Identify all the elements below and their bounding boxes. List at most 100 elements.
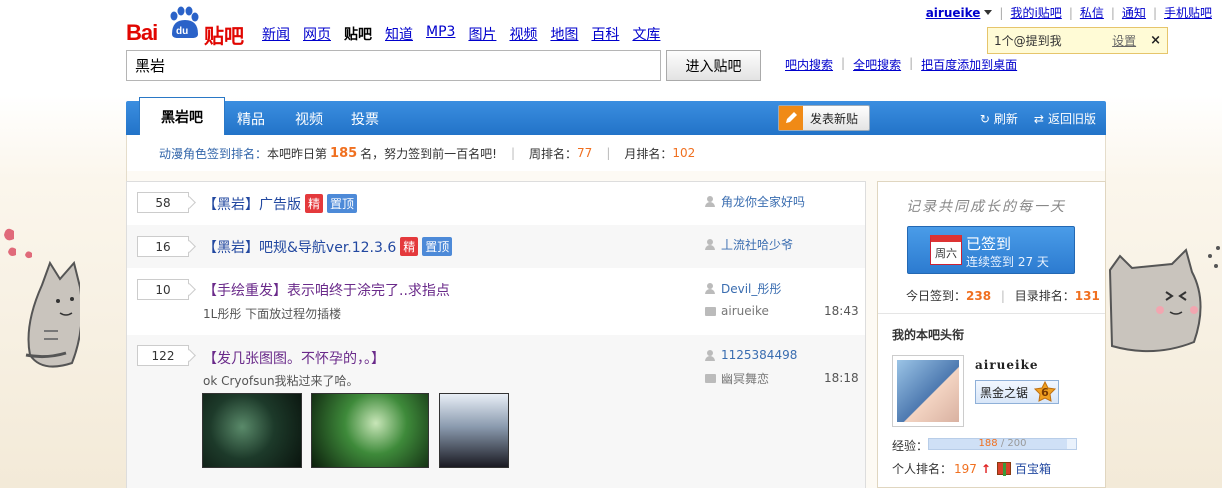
nav-mp3[interactable]: MP3 [426, 24, 455, 44]
last-replier-name[interactable]: 幽冥舞恋 [721, 370, 769, 387]
gift-box-icon[interactable] [996, 462, 1011, 476]
user-icon [705, 349, 715, 361]
thread-row[interactable]: 58 【黑岩】广告版精置顶 角龙你全家好吗 [127, 182, 865, 225]
treasure-box-link[interactable]: 百宝箱 [1015, 460, 1051, 477]
nav-tieba[interactable]: 贴吧 [344, 24, 372, 44]
today-sign-label: 今日签到： [906, 289, 967, 303]
new-post-button[interactable]: 发表新贴 [778, 105, 870, 131]
thread-image-thumbnail[interactable] [311, 393, 429, 468]
level-number: 6 [1041, 385, 1049, 399]
private-message-link[interactable]: 私信 [1080, 4, 1104, 21]
thread-row[interactable]: 10 【手绘重发】表示咱终于涂完了..求指点 1L彤彤 下面放过程勿插楼 Dev… [127, 268, 865, 334]
divider [878, 313, 1105, 314]
user-icon [705, 196, 715, 207]
reply-count: 16 [137, 236, 189, 257]
logo-text-tieba: 贴吧 [204, 24, 244, 48]
old-version-button[interactable]: ⇄ 返回旧版 [1034, 110, 1096, 127]
thread-image-thumbnail[interactable] [202, 393, 302, 468]
nav-wenku[interactable]: 文库 [632, 24, 660, 44]
search-input[interactable] [126, 50, 661, 81]
last-replier[interactable]: airueike [705, 304, 769, 318]
mention-tip-text[interactable]: 1个@提到我 [994, 32, 1112, 49]
author-name[interactable]: 角龙你全家好吗 [721, 193, 805, 210]
member-title-badge[interactable]: 黑金之锯 6 [975, 380, 1059, 404]
baidu-tieba-logo[interactable]: Bai du 贴吧 [126, 6, 246, 48]
rank-post-text: 名，努力签到前一百名吧! [360, 146, 497, 161]
week-rank: 77 [577, 146, 593, 160]
my-itieba-link[interactable]: 我的i贴吧 [1010, 4, 1061, 21]
username-link[interactable]: airueike [926, 6, 981, 20]
nav-baike[interactable]: 百科 [591, 24, 619, 44]
exp-max: / 200 [1000, 438, 1027, 449]
nav-images[interactable]: 图片 [468, 24, 496, 44]
nav-news[interactable]: 新闻 [262, 24, 290, 44]
divider: | [606, 146, 611, 160]
member-name[interactable]: airueike [975, 358, 1039, 372]
nav-web[interactable]: 网页 [303, 24, 331, 44]
exp-progress-fill [929, 439, 1068, 449]
thread-row[interactable]: 122 【发几张图图。不怀孕的，。】 ok Cryofsun我粘过来了哈。 11… [127, 335, 865, 488]
tab-featured[interactable]: 精品 [237, 109, 265, 129]
thread-title-link[interactable]: 【黑岩】吧规&导航ver.12.3.6 精置顶 [203, 237, 453, 257]
chevron-down-icon[interactable] [984, 10, 993, 15]
arrow-up-icon: ↑ [980, 461, 991, 476]
author-name[interactable]: Devil_彤彤 [721, 280, 781, 297]
forum-tab-bar [126, 101, 1106, 135]
exp-current: 188 [978, 438, 998, 449]
divider: | [510, 146, 516, 160]
calendar-icon: 周六 [930, 235, 962, 265]
thread-author[interactable]: 丄流社哈少爷 [705, 236, 793, 253]
today-sign-count: 238 [966, 289, 992, 303]
author-name[interactable]: 1125384498 [721, 348, 797, 362]
baidu-paw-icon: du [170, 6, 199, 38]
last-reply-time: 18:43 [824, 304, 859, 318]
tab-forum-home[interactable]: 黑岩吧 [139, 97, 225, 135]
enter-tieba-button[interactable]: 进入贴吧 [666, 50, 761, 81]
pusheen-cat-right [1108, 246, 1220, 353]
mobile-tieba-link[interactable]: 手机贴吧 [1164, 4, 1212, 21]
month-rank: 102 [672, 146, 696, 160]
thread-author[interactable]: 1125384498 [705, 348, 797, 362]
last-replier-name[interactable]: airueike [721, 304, 769, 318]
notifications-link[interactable]: 通知 [1122, 4, 1146, 21]
close-icon[interactable]: × [1150, 33, 1161, 48]
week-rank-label: 周排名： [529, 146, 578, 161]
calendar-day: 周六 [935, 247, 957, 260]
swap-icon: ⇄ [1033, 112, 1044, 126]
thread-title[interactable]: 【黑岩】吧规&导航ver.12.3.6 [203, 240, 396, 256]
sign-slogan: 记录共同成长的每一天 [906, 199, 1066, 215]
avatar[interactable] [892, 355, 964, 427]
refresh-button[interactable]: ↻ 刷新 [980, 110, 1018, 127]
sign-streak: 连续签到 27 天 [966, 255, 1049, 269]
thread-title[interactable]: 【发几张图图。不怀孕的，。】 [203, 348, 385, 368]
pencil-icon [779, 106, 803, 130]
thread-title[interactable]: 【黑岩】广告版 [203, 197, 301, 213]
nav-video[interactable]: 视频 [509, 24, 537, 44]
thread-title[interactable]: 【手绘重发】表示咱终于涂完了..求指点 [203, 280, 450, 300]
thread-author[interactable]: 角龙你全家好吗 [705, 193, 805, 210]
thread-title-link[interactable]: 【黑岩】广告版精置顶 [203, 194, 358, 214]
tab-vote[interactable]: 投票 [351, 109, 379, 129]
last-replier[interactable]: 幽冥舞恋 [705, 370, 769, 387]
comment-icon [705, 306, 716, 316]
sign-in-button[interactable]: 周六 已签到 连续签到 27 天 [907, 226, 1075, 274]
divider: | [999, 5, 1004, 20]
logo-text-du: du [176, 26, 188, 37]
thread-author[interactable]: Devil_彤彤 [705, 280, 781, 297]
reply-count: 58 [137, 192, 189, 213]
thread-image-thumbnail[interactable] [439, 393, 509, 468]
nav-zhidao[interactable]: 知道 [385, 24, 413, 44]
tip-settings-link[interactable]: 设置 [1112, 32, 1136, 49]
member-title-text: 黑金之锯 [980, 385, 1029, 400]
dir-rank: 131 [1074, 289, 1100, 303]
nav-map[interactable]: 地图 [550, 24, 578, 44]
search-in-bar-link[interactable]: 吧内搜索 [785, 56, 833, 73]
author-name[interactable]: 丄流社哈少爷 [721, 236, 793, 253]
search-all-bars-link[interactable]: 全吧搜索 [853, 56, 901, 73]
thread-row[interactable]: 16 【黑岩】吧规&导航ver.12.3.6 精置顶 丄流社哈少爷 [127, 225, 865, 268]
pusheen-cat-left [4, 228, 80, 368]
tab-video[interactable]: 视频 [295, 109, 323, 129]
last-reply-time: 18:18 [824, 371, 859, 385]
logo-text-bai: Bai [126, 20, 158, 45]
add-baidu-desktop-link[interactable]: 把百度添加到桌面 [921, 56, 1017, 73]
